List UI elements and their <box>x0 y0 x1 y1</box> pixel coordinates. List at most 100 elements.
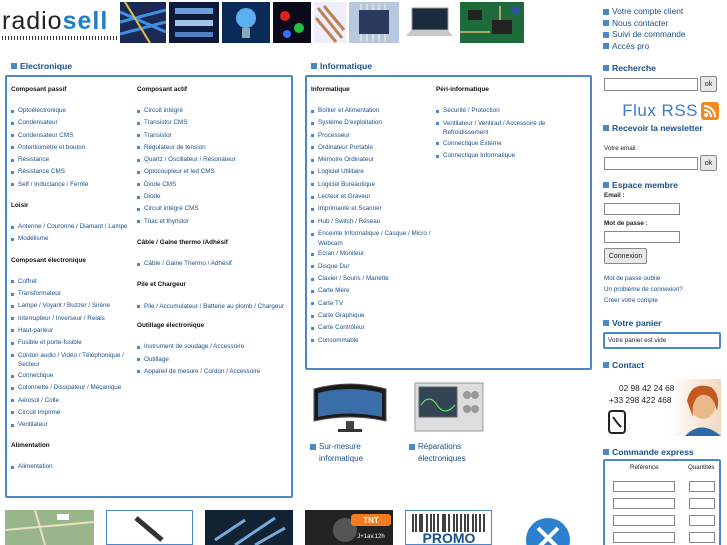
logo[interactable]: radiosell <box>2 5 118 43</box>
top-link-compte[interactable]: Votre compte client <box>603 6 686 18</box>
forgot-password-link[interactable]: Mot de passe oublié <box>604 275 660 282</box>
category-item[interactable]: Circuit intégré <box>137 105 287 117</box>
search-ok-button[interactable]: ok <box>700 76 717 92</box>
promo-image-oscilloscope[interactable] <box>409 377 489 439</box>
create-account-link[interactable]: Créer votre compte <box>604 297 658 304</box>
category-item[interactable]: Carte Mère <box>311 285 435 297</box>
category-item[interactable]: Imprimante et Scanner <box>311 203 435 215</box>
category-item[interactable]: Enceinte Informatique / Casque / Micro /… <box>311 228 435 249</box>
category-item[interactable]: Optoélectronique <box>11 105 133 117</box>
category-item[interactable]: Logiciel Bureautique <box>311 179 435 191</box>
section-title-recherche: Recherche <box>603 63 656 73</box>
top-link-pro[interactable]: Accès pro <box>603 41 686 53</box>
category-item[interactable]: Alimentation <box>11 461 133 473</box>
category-item[interactable]: Ventilateur <box>11 419 133 431</box>
promo-link-reparations[interactable]: Réparations électroniques <box>409 441 499 465</box>
category-item[interactable]: Processeur <box>311 130 435 142</box>
category-item[interactable]: Optocoupleur et led CMS <box>137 166 287 178</box>
newsletter-email-input[interactable] <box>604 157 698 170</box>
express-reference-input[interactable] <box>613 498 675 509</box>
express-reference-input[interactable] <box>613 532 675 543</box>
category-item[interactable]: Résistance <box>11 154 133 166</box>
bottom-image-map[interactable] <box>5 510 94 545</box>
promo-link-sur-mesure[interactable]: Sur-mesure informatique <box>310 441 398 465</box>
category-item[interactable]: Boîtier et Alimentation <box>311 105 435 117</box>
category-item[interactable]: Hub / Switch / Réseau <box>311 216 435 228</box>
category-item[interactable]: Consommable <box>311 335 435 347</box>
express-reference-input[interactable] <box>613 515 675 526</box>
bottom-image-tnt[interactable]: TNT J+1av.12h <box>305 510 393 545</box>
category-item[interactable]: Ecran / Moniteur <box>311 248 435 260</box>
category-item[interactable]: Circuit intégré CMS <box>137 203 287 215</box>
category-item[interactable]: Carte Graphique <box>311 310 435 322</box>
category-item[interactable]: Diode <box>137 191 287 203</box>
express-quantity-input[interactable] <box>689 532 715 543</box>
category-item-label: Diode <box>144 193 161 201</box>
category-item[interactable]: Ventilateur / Ventirad / Accessoire de R… <box>436 117 586 138</box>
express-quantity-input[interactable] <box>689 515 715 526</box>
category-item[interactable]: Logiciel Utilitaire <box>311 166 435 178</box>
category-item[interactable]: Pile / Accumulateur / Batterie au plomb … <box>137 300 287 311</box>
category-item[interactable]: Coffret <box>11 276 133 288</box>
category-item[interactable]: Aérosol / Colle <box>11 395 133 407</box>
search-input[interactable] <box>604 78 698 91</box>
category-item[interactable]: Câble / Gaine Thermo / Adhésif <box>137 258 287 270</box>
category-item[interactable]: Potentiomètre et bouton <box>11 142 133 154</box>
category-item[interactable]: Diode CMS <box>137 179 287 191</box>
category-item[interactable]: Fusible et porte-fusible <box>11 337 133 349</box>
bullet-icon <box>603 449 609 455</box>
top-link-suivi[interactable]: Suivi de commande <box>603 29 686 41</box>
category-item[interactable]: Sécurité / Protection <box>436 105 586 117</box>
category-item[interactable]: Condensateur CMS <box>11 130 133 142</box>
promo-image-monitors[interactable] <box>310 377 390 439</box>
category-item[interactable]: Lecteur et Graveur <box>311 191 435 203</box>
category-item[interactable]: Connectique <box>11 370 133 382</box>
bottom-image-tools[interactable] <box>504 510 592 545</box>
category-item[interactable]: Antenne / Couronne / Diamant / Lampe <box>11 221 133 233</box>
category-item-label: Système D'exploitation <box>318 119 382 127</box>
bottom-image-promo[interactable]: PROMO <box>405 510 492 545</box>
login-problem-link[interactable]: Un problème de connexion? <box>604 286 683 293</box>
express-reference-input[interactable] <box>613 481 675 492</box>
category-item[interactable]: Outillage <box>137 354 287 366</box>
category-item[interactable]: Colonnette / Dissipateur / Mécanique <box>11 382 133 394</box>
category-item[interactable]: Appareil de mesure / Cordon / Accessoire <box>137 366 287 377</box>
bottom-image-cable[interactable] <box>106 510 193 545</box>
category-item[interactable]: Modélisme <box>11 233 133 245</box>
category-item[interactable]: Mémoire Ordinateur <box>311 154 435 166</box>
category-item[interactable]: Triac et thyristor <box>137 216 287 228</box>
category-item[interactable]: Connectique Informatique <box>436 150 586 162</box>
category-item[interactable]: Haut-parleur <box>11 325 133 337</box>
express-quantity-input[interactable] <box>689 498 715 509</box>
category-item[interactable]: Cordon audio / Vidéo / Téléphonique / Se… <box>11 349 133 370</box>
member-password-input[interactable] <box>604 231 680 243</box>
category-item[interactable]: Circuit Imprimé <box>11 407 133 419</box>
category-item[interactable]: Self / Inductance / Ferrite <box>11 179 133 191</box>
category-item[interactable]: Instrument de soudage / Accessoire <box>137 341 287 353</box>
category-item[interactable]: Quartz / Oscillateur / Résonateur <box>137 154 287 166</box>
category-item[interactable]: Carte TV <box>311 298 435 310</box>
category-item[interactable]: Ordinateur Portable <box>311 142 435 154</box>
category-item[interactable]: Régulateur de tension <box>137 142 287 154</box>
category-item[interactable]: Résistance CMS <box>11 166 133 178</box>
category-item[interactable]: Lampe / Voyant / Buzzer / Sirène <box>11 300 133 312</box>
category-item[interactable]: Condensateur <box>11 117 133 129</box>
category-item[interactable]: Carte Contrôleur <box>311 322 435 334</box>
category-item[interactable]: Système D'exploitation <box>311 117 435 129</box>
category-item[interactable]: Transistor CMS <box>137 117 287 129</box>
newsletter-ok-button[interactable]: ok <box>700 155 717 171</box>
category-item[interactable]: Disque Dur <box>311 261 435 273</box>
category-item[interactable]: Transformateur <box>11 288 133 300</box>
member-email-input[interactable] <box>604 203 680 215</box>
category-item[interactable]: Connectique Externe <box>436 138 586 150</box>
category-item[interactable]: Interrupteur / Inverseur / Relais <box>11 313 133 325</box>
cart-summary[interactable]: Votre panier est vide <box>603 332 721 349</box>
bullet-icon <box>311 134 314 138</box>
rss-feed-link[interactable]: Flux RSS <box>603 100 719 122</box>
login-button[interactable]: Connexion <box>604 248 647 264</box>
express-quantity-input[interactable] <box>689 481 715 492</box>
category-item[interactable]: Clavier / Souris / Manette <box>311 273 435 285</box>
top-link-contact[interactable]: Nous contacter <box>603 18 686 30</box>
category-item[interactable]: Transistor <box>137 130 287 142</box>
bottom-image-connectors[interactable] <box>205 510 293 545</box>
